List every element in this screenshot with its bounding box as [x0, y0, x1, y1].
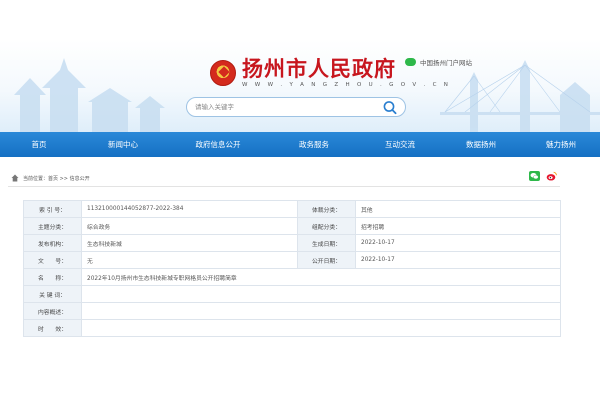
- table-row: 内容概述：: [23, 302, 561, 320]
- summary-value: [81, 302, 561, 320]
- summary-label: 内容概述：: [23, 302, 82, 320]
- org-class-label: 组配分类：: [297, 217, 356, 235]
- search-input[interactable]: [195, 100, 375, 114]
- table-row: 文 号： 无 公开日期： 2022-10-17: [23, 251, 561, 269]
- name-label: 名 称：: [23, 268, 82, 286]
- keywords-label: 关 键 词：: [23, 285, 82, 303]
- keywords-value: [81, 285, 561, 303]
- nav-charm-yangzhou[interactable]: 魅力扬州: [522, 132, 600, 157]
- share-weibo-icon[interactable]: [546, 171, 557, 181]
- validity-label: 时 效：: [23, 319, 82, 337]
- created-date-label: 生成日期：: [297, 234, 356, 252]
- nav-interaction[interactable]: 互动交流: [360, 132, 440, 157]
- portal-link-label: 中国扬州门户网站: [420, 59, 472, 67]
- table-row: 名 称： 2022年10月扬州市生态科技新城专职网格员公开招聘简章: [23, 268, 561, 286]
- info-table: 索 引 号： 11321000014405287​7-2022-384 体裁分类…: [23, 200, 561, 337]
- validity-value: [81, 319, 561, 337]
- name-value: 2022年10月扬州市生态科技新城专职网格员公开招聘简章: [81, 268, 561, 286]
- table-row: 索 引 号： 11321000014405287​7-2022-384 体裁分类…: [23, 200, 561, 218]
- table-row: 发布机构： 生态科技新城 生成日期： 2022-10-17: [23, 234, 561, 252]
- public-date-label: 公开日期：: [297, 251, 356, 269]
- site-url: W W W . Y A N G Z H O U . G O V . C N: [242, 82, 451, 88]
- publisher-label: 发布机构：: [23, 234, 82, 252]
- search-icon[interactable]: [382, 100, 398, 115]
- public-date-value: 2022-10-17: [355, 251, 561, 269]
- created-date-value: 2022-10-17: [355, 234, 561, 252]
- breadcrumb: 当前位置：首页 >> 信息公开: [8, 170, 560, 187]
- breadcrumb-current[interactable]: 信息公开: [70, 176, 90, 182]
- wechat-icon: [405, 58, 416, 66]
- search-box: [186, 97, 406, 117]
- share-wechat-icon[interactable]: [529, 171, 540, 181]
- nav-info-disclosure[interactable]: 政府信息公开: [168, 132, 268, 157]
- table-row: 时 效：: [23, 319, 561, 337]
- nav-home[interactable]: 首页: [0, 132, 78, 157]
- org-class-value: 招考招聘: [355, 217, 561, 235]
- nav-data-yangzhou[interactable]: 数据扬州: [440, 132, 522, 157]
- table-row: 关 键 词：: [23, 285, 561, 303]
- national-emblem-icon: [210, 60, 236, 86]
- doc-no-value: 无: [81, 251, 298, 269]
- location-icon: [11, 174, 19, 182]
- breadcrumb-separator: >>: [58, 175, 70, 182]
- category-label: 体裁分类：: [297, 200, 356, 218]
- nav-news[interactable]: 新闻中心: [78, 132, 168, 157]
- header-banner: 扬州市人民政府 W W W . Y A N G Z H O U . G O V …: [0, 40, 600, 132]
- index-no-label: 索 引 号：: [23, 200, 82, 218]
- index-no-value: 11321000014405287​7-2022-384: [81, 200, 298, 218]
- doc-no-label: 文 号：: [23, 251, 82, 269]
- table-row: 主题分类： 综合政务 组配分类： 招考招聘: [23, 217, 561, 235]
- breadcrumb-home[interactable]: 首页: [48, 176, 58, 182]
- publisher-value: 生态科技新城: [81, 234, 298, 252]
- topic-value: 综合政务: [81, 217, 298, 235]
- breadcrumb-prefix: 当前位置：: [23, 175, 49, 182]
- main-nav: 首页 新闻中心 政府信息公开 政务服务 互动交流 数据扬州 魅力扬州: [0, 132, 600, 157]
- nav-gov-services[interactable]: 政务服务: [268, 132, 360, 157]
- portal-link[interactable]: 中国扬州门户网站: [405, 57, 472, 67]
- category-value: 其他: [355, 200, 561, 218]
- content-area: 当前位置：首页 >> 信息公开 索 引 号： 11321000014405287…: [0, 157, 600, 400]
- topic-label: 主题分类：: [23, 217, 82, 235]
